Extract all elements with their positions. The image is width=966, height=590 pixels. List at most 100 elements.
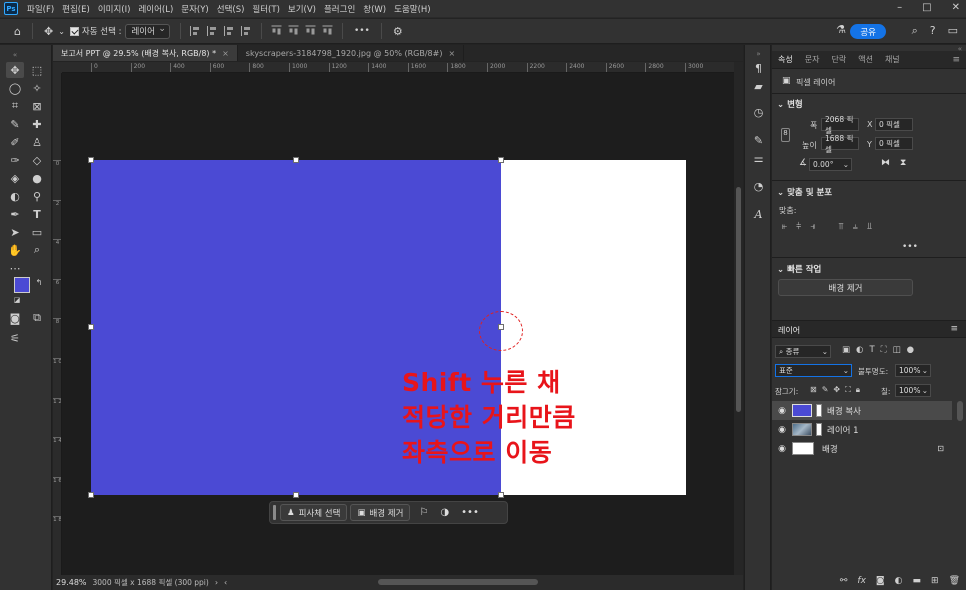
- menu-layer[interactable]: 레이어(L): [134, 3, 177, 15]
- type-filter-icon[interactable]: T: [869, 345, 874, 355]
- lock-artboard-icon[interactable]: ⛶: [845, 385, 851, 395]
- sponge-tool-icon[interactable]: ⚲: [28, 188, 46, 204]
- adjustment-layer-icon[interactable]: ◐: [895, 576, 903, 586]
- blend-mode-dropdown[interactable]: 표준 ⌄: [775, 364, 852, 377]
- angle-field[interactable]: 0.00° ⌄: [809, 158, 852, 171]
- panel-menu-icon[interactable]: ≡: [950, 324, 958, 334]
- pen-tool-icon[interactable]: ✒: [6, 206, 24, 222]
- hand-tool-icon[interactable]: ✋: [6, 242, 24, 258]
- horizontal-scrollbar[interactable]: [378, 579, 538, 585]
- transform-handle[interactable]: [88, 324, 94, 330]
- eyedropper-icon[interactable]: ✎: [6, 116, 24, 132]
- align-right-icon[interactable]: [223, 26, 235, 36]
- align-middle-icon[interactable]: ⫨: [853, 222, 858, 232]
- filter-toggle-icon[interactable]: ●: [907, 345, 914, 355]
- actions-icon[interactable]: ◔: [751, 179, 766, 193]
- layer-mask-thumbnail[interactable]: [816, 404, 822, 417]
- align-left-icon[interactable]: ⫦: [782, 222, 787, 232]
- zoom-level[interactable]: 29.48%: [56, 578, 87, 587]
- share-button[interactable]: 공유: [850, 24, 886, 39]
- home-icon[interactable]: ⌂: [14, 25, 21, 38]
- healing-brush-icon[interactable]: ✚: [28, 116, 46, 132]
- visibility-eye-icon[interactable]: ◉: [772, 444, 792, 454]
- group-folder-icon[interactable]: ▬: [913, 576, 922, 586]
- collapse-icon[interactable]: «: [772, 45, 966, 53]
- align-horizontal-icon[interactable]: [240, 26, 252, 36]
- lock-transparent-icon[interactable]: ⊠: [810, 385, 817, 395]
- x-field[interactable]: 0 픽셀: [875, 118, 913, 131]
- menu-image[interactable]: 이미지(I): [94, 3, 135, 15]
- lock-position-icon[interactable]: ✥: [833, 385, 840, 395]
- layers-title[interactable]: 레이어: [778, 325, 800, 336]
- tab-actions[interactable]: 액션: [852, 54, 879, 65]
- search-icon[interactable]: ⌕: [912, 24, 918, 38]
- chevron-down-icon[interactable]: ⌄: [58, 27, 65, 36]
- layer-row[interactable]: ◉ 레이어 1: [772, 420, 952, 439]
- tab-skyscrapers[interactable]: skyscrapers-3184798_1920.jpg @ 50% (RGB/…: [238, 45, 465, 61]
- menu-file[interactable]: 파일(F): [23, 3, 58, 15]
- visibility-eye-icon[interactable]: ◉: [772, 406, 792, 416]
- scroll-thumb[interactable]: [736, 187, 741, 412]
- fill-field[interactable]: 100% ⌄: [895, 384, 931, 397]
- add-mask-icon[interactable]: ◙: [876, 576, 885, 586]
- tab-channels[interactable]: 채널: [879, 54, 906, 65]
- menu-window[interactable]: 창(W): [359, 3, 390, 15]
- delete-layer-icon[interactable]: 🗑︎: [949, 576, 960, 586]
- fx-icon[interactable]: fx: [857, 576, 866, 586]
- lasso-tool-icon[interactable]: ◯: [6, 80, 24, 96]
- panel-menu-icon[interactable]: ≡: [946, 55, 966, 65]
- brush-tool-icon[interactable]: ✐: [6, 134, 24, 150]
- tab-properties[interactable]: 속성: [772, 54, 799, 65]
- swap-colors-icon[interactable]: ↰: [30, 274, 48, 290]
- chevron-right-icon[interactable]: ›: [215, 578, 218, 587]
- new-layer-icon[interactable]: ⊞: [931, 576, 939, 586]
- width-field[interactable]: 2068 픽셀: [821, 115, 859, 135]
- workspace-icon[interactable]: ▭: [948, 24, 958, 38]
- link-icon[interactable]: 8: [781, 128, 790, 142]
- visibility-eye-icon[interactable]: ◉: [772, 425, 792, 435]
- screen-mode-icon[interactable]: ⧉: [28, 310, 46, 326]
- help-icon[interactable]: ?: [930, 24, 936, 38]
- y-field[interactable]: 0 픽셀: [875, 137, 913, 150]
- menu-plugins[interactable]: 플러그인: [320, 3, 359, 15]
- close-button[interactable]: ✕: [952, 2, 960, 13]
- auto-select-checkbox[interactable]: [69, 26, 79, 36]
- align-bottom-icon[interactable]: ⫫: [867, 222, 872, 232]
- lock-all-icon[interactable]: 🔒︎: [856, 385, 860, 395]
- menu-select[interactable]: 선택(S): [213, 3, 249, 15]
- height-field[interactable]: 1688 픽셀: [821, 134, 859, 154]
- minimize-button[interactable]: –: [897, 2, 902, 13]
- layer-name[interactable]: 배경: [822, 443, 838, 455]
- tab-paragraph[interactable]: 단락: [825, 54, 852, 65]
- move-tool-icon[interactable]: ✥: [6, 62, 24, 78]
- menu-help[interactable]: 도움말(H): [390, 3, 434, 15]
- layer-mask-thumbnail[interactable]: [816, 423, 822, 436]
- align-bottom-icon[interactable]: [305, 25, 316, 37]
- glyphs-icon[interactable]: A: [751, 207, 766, 221]
- vertical-scrollbar[interactable]: [734, 62, 743, 575]
- character-panel-icon[interactable]: ¶: [751, 61, 766, 75]
- transform-section-title[interactable]: ⌄ 변형: [777, 98, 803, 110]
- flip-vertical-icon[interactable]: ⧗: [900, 158, 906, 168]
- history-icon[interactable]: ◷: [751, 105, 766, 119]
- align-top-icon[interactable]: ⫪: [839, 222, 844, 232]
- quick-mask-icon[interactable]: ◙: [6, 310, 24, 326]
- eraser-icon[interactable]: ◇: [28, 152, 46, 168]
- layer-row[interactable]: ◉ 배경 ⊡: [772, 439, 952, 458]
- crop-tool-icon[interactable]: ⌗: [6, 98, 24, 114]
- history-brush-icon[interactable]: ✑: [6, 152, 24, 168]
- remove-background-button[interactable]: ▣ 배경 제거: [350, 504, 411, 521]
- align-right-icon[interactable]: ⫣: [810, 222, 815, 232]
- mask-icon[interactable]: ⚐: [419, 507, 428, 518]
- align-vertical-icon[interactable]: [322, 25, 333, 37]
- link-layers-icon[interactable]: ⚯: [840, 576, 848, 586]
- drag-handle[interactable]: [273, 505, 276, 520]
- marquee-tool-icon[interactable]: ⬚: [28, 62, 46, 78]
- path-select-icon[interactable]: ➤: [6, 224, 24, 240]
- more-options-button[interactable]: •••: [354, 26, 370, 36]
- transform-handle[interactable]: [88, 492, 94, 498]
- opacity-field[interactable]: 100% ⌄: [895, 364, 931, 377]
- quick-actions-section-title[interactable]: ⌄ 빠른 작업: [777, 263, 821, 275]
- adjustments-icon[interactable]: ⚌: [751, 151, 766, 165]
- more-tools-icon[interactable]: ⋯: [6, 260, 24, 276]
